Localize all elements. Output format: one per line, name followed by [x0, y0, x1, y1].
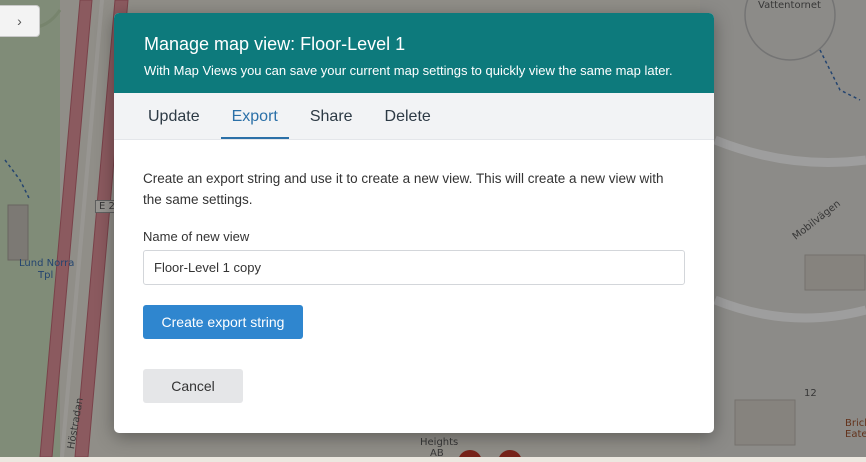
create-export-string-button[interactable]: Create export string — [143, 305, 303, 339]
cancel-button[interactable]: Cancel — [143, 369, 243, 403]
new-view-name-input[interactable] — [143, 250, 685, 285]
tab-update[interactable]: Update — [137, 93, 211, 139]
expand-sidebar-button[interactable]: › — [0, 5, 40, 37]
dialog-body: Create an export string and use it to cr… — [114, 140, 714, 403]
tab-export[interactable]: Export — [220, 93, 289, 139]
export-description: Create an export string and use it to cr… — [143, 171, 664, 207]
tab-share[interactable]: Share — [299, 93, 364, 139]
manage-map-view-dialog: Manage map view: Floor-Level 1 With Map … — [114, 13, 714, 433]
dialog-tabs: Update Export Share Delete — [114, 93, 714, 140]
name-field-label: Name of new view — [143, 229, 250, 244]
dialog-header: Manage map view: Floor-Level 1 With Map … — [114, 13, 714, 93]
dialog-title: Manage map view: Floor-Level 1 — [144, 34, 406, 54]
tab-delete[interactable]: Delete — [374, 93, 442, 139]
chevron-right-icon: › — [17, 13, 22, 29]
dialog-subtitle: With Map Views you can save your current… — [144, 63, 673, 78]
